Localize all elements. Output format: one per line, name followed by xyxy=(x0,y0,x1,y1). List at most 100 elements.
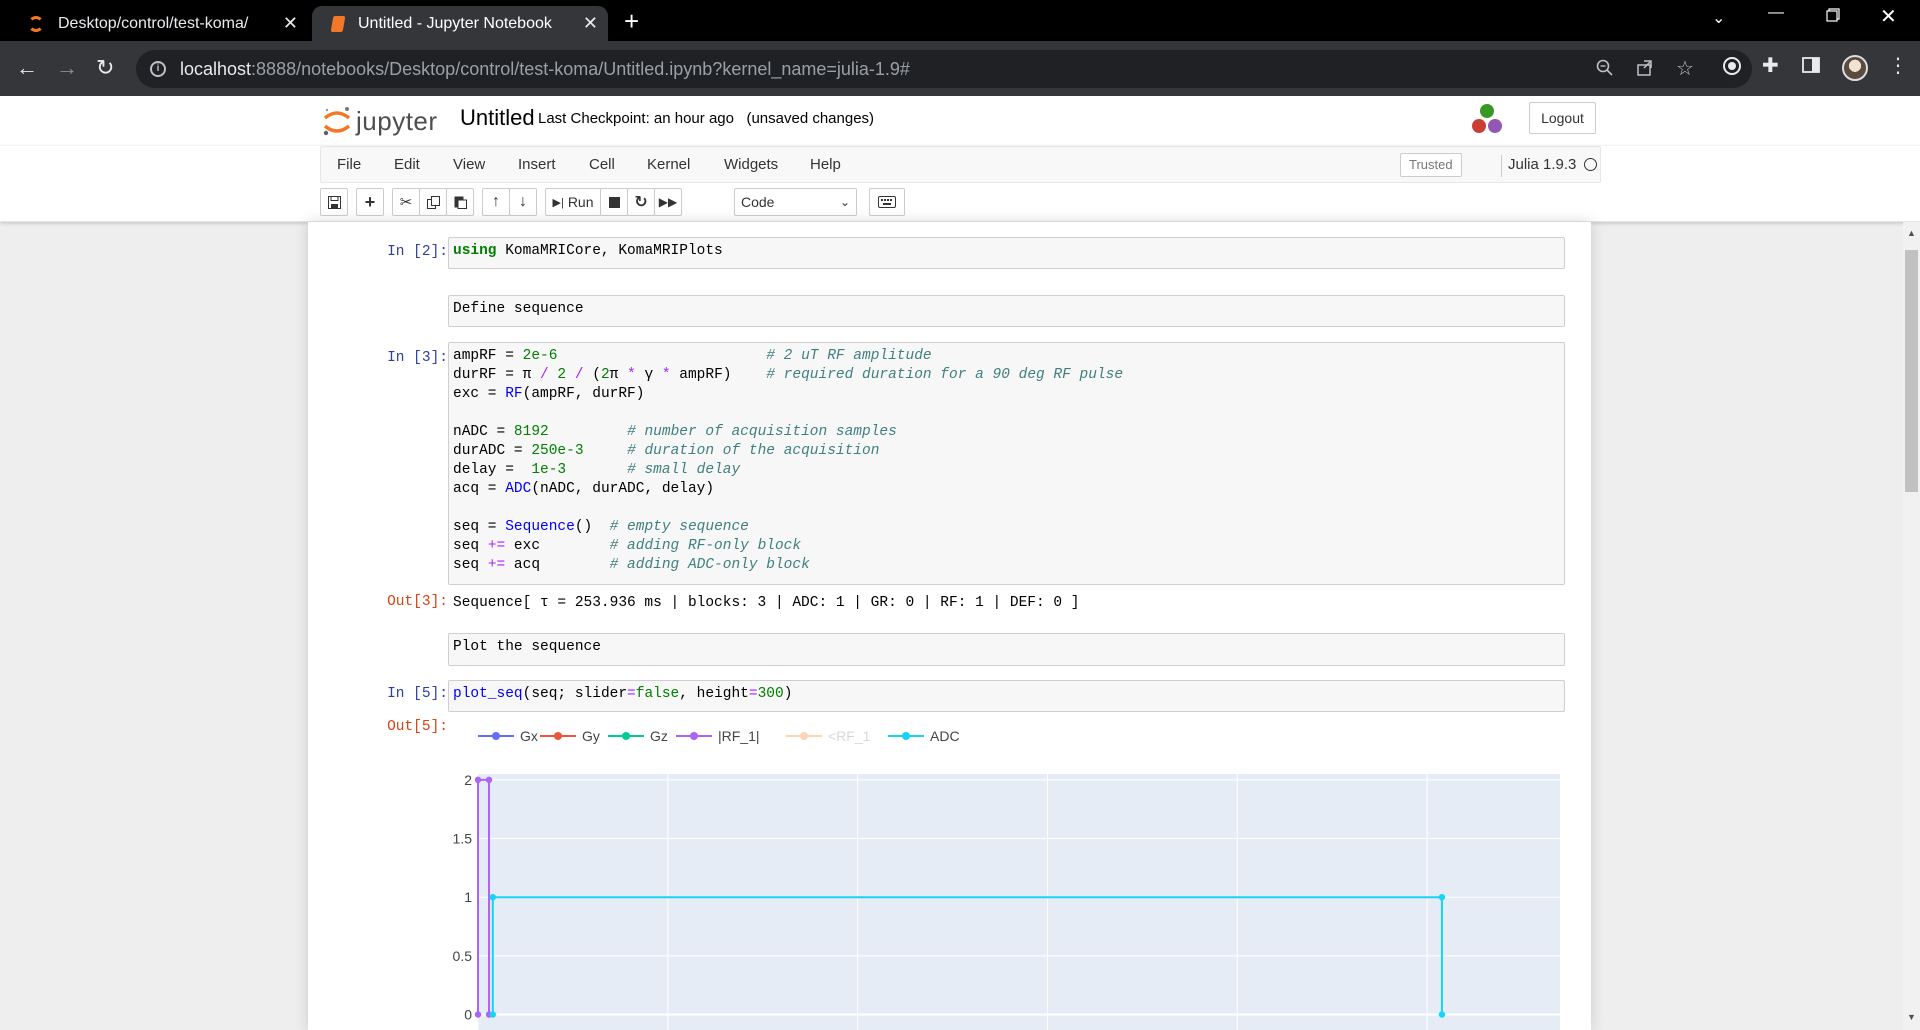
restart-run-all-button[interactable]: ▶▶ xyxy=(654,188,682,216)
tab-search-icon[interactable]: ⌄ xyxy=(1712,8,1725,28)
address-bar[interactable]: i localhost:8888/notebooks/Desktop/contr… xyxy=(136,50,1752,88)
jupyter-logo[interactable]: jupyter xyxy=(322,104,438,138)
browser-toolbar: ← → ↻ i localhost:8888/notebooks/Desktop… xyxy=(0,41,1920,96)
code-cell-plot[interactable]: plot_seq(seq; slider=false, height=300) xyxy=(448,680,1565,712)
sequence-plot[interactable]: GxGyGz|RF_1|<RF_1ADC 0 ms50 ms100 ms150 … xyxy=(448,718,1568,1030)
notebook-container: In [2]: using KomaMRICore, KomaMRIPlots … xyxy=(308,222,1591,1030)
kernel-julia-logo-icon xyxy=(1470,102,1504,136)
y-tick-label: 0 xyxy=(464,1007,472,1023)
side-panel-icon[interactable] xyxy=(1802,56,1820,79)
run-button[interactable]: ▶| Run xyxy=(545,188,601,216)
cut-button[interactable]: ✂ xyxy=(392,188,420,216)
y-tick-label: 0.5 xyxy=(453,948,473,964)
data-point xyxy=(474,776,482,784)
jupyter-header xyxy=(0,96,1920,146)
share-icon[interactable] xyxy=(1636,59,1654,82)
close-tab-icon[interactable]: ✕ xyxy=(283,13,298,34)
zoom-icon[interactable] xyxy=(1596,59,1614,82)
minimize-icon[interactable]: — xyxy=(1768,4,1784,22)
menu-help[interactable]: Help xyxy=(810,156,841,173)
move-up-button[interactable]: ↑ xyxy=(482,188,510,216)
new-tab-button[interactable]: + xyxy=(624,6,639,36)
stop-icon xyxy=(608,196,620,208)
sequence-output: Sequence[ τ = 253.936 ms | blocks: 3 | A… xyxy=(453,595,1080,611)
markdown-cell-plot[interactable]: Plot the sequence xyxy=(448,633,1565,666)
cell-input-prompt: In [5]: xyxy=(387,686,448,702)
extension-record-icon[interactable] xyxy=(1722,56,1742,81)
code-cell-imports[interactable]: using KomaMRICore, KomaMRIPlots xyxy=(448,237,1565,269)
copy-button[interactable] xyxy=(419,188,447,216)
forward-icon[interactable]: → xyxy=(56,54,78,82)
restart-button[interactable]: ↻ xyxy=(627,188,655,216)
checkpoint-status: Last Checkpoint: an hour ago (unsaved ch… xyxy=(538,110,875,127)
kernel-status-icon xyxy=(1584,158,1597,171)
restore-icon[interactable] xyxy=(1826,8,1840,27)
plot-background xyxy=(478,774,1560,1030)
cell-input-prompt: In [2]: xyxy=(387,244,448,260)
data-point xyxy=(485,776,493,784)
y-tick-label: 1.5 xyxy=(453,831,473,847)
markdown-text: Define sequence xyxy=(453,301,584,317)
scrollbar-thumb[interactable] xyxy=(1905,250,1918,492)
jupyter-favicon-icon xyxy=(28,15,44,32)
browser-tab-notebook[interactable]: Untitled - Jupyter Notebook ✕ xyxy=(312,6,608,41)
url-text: localhost:8888/notebooks/Desktop/control… xyxy=(180,58,910,79)
logout-button[interactable]: Logout xyxy=(1529,102,1596,134)
plot-svg: 0 ms50 ms100 ms150 ms200 ms250 ms21.510.… xyxy=(453,772,1560,1030)
browser-menu-icon[interactable]: ⋮ xyxy=(1888,53,1908,78)
markdown-cell-define[interactable]: Define sequence xyxy=(448,295,1565,327)
chevron-down-icon: ⌄ xyxy=(839,195,850,209)
tab-title: Desktop/control/test-koma/ xyxy=(58,14,249,32)
back-icon[interactable]: ← xyxy=(16,54,38,82)
menu-insert[interactable]: Insert xyxy=(518,156,556,173)
cell-input-prompt: In [3]: xyxy=(387,350,448,366)
browser-tab-desktop[interactable]: Desktop/control/test-koma/ ✕ xyxy=(8,6,308,41)
menu-toolbar-container: File Edit View Insert Cell Kernel Widget… xyxy=(0,146,1920,222)
menu-kernel[interactable]: Kernel xyxy=(647,156,690,173)
data-point xyxy=(1438,1011,1446,1018)
data-point xyxy=(489,894,497,901)
bookmark-star-icon[interactable]: ☆ xyxy=(1676,56,1694,81)
notebook-title[interactable]: Untitled xyxy=(460,105,535,131)
scroll-up-icon[interactable]: ▲ xyxy=(1907,228,1916,238)
y-tick-label: 1 xyxy=(464,889,472,905)
jupyter-logo-icon xyxy=(322,104,352,138)
menu-edit[interactable]: Edit xyxy=(394,156,420,173)
profile-avatar[interactable] xyxy=(1842,55,1868,81)
tab-title: Untitled - Jupyter Notebook xyxy=(358,14,552,32)
paste-button[interactable] xyxy=(446,188,474,216)
data-point xyxy=(1438,894,1446,901)
data-point xyxy=(489,1011,497,1018)
close-tab-icon[interactable]: ✕ xyxy=(583,13,598,34)
data-point xyxy=(474,1011,482,1018)
site-info-icon[interactable]: i xyxy=(150,61,166,77)
trusted-badge[interactable]: Trusted xyxy=(1400,153,1462,177)
code-cell-sequence[interactable]: ampRF = 2e-6 # 2 uT RF amplitude durRF =… xyxy=(448,342,1565,585)
extensions-puzzle-icon[interactable]: ✚ xyxy=(1762,53,1779,78)
command-palette-button[interactable] xyxy=(869,188,905,216)
run-label: Run xyxy=(567,194,594,210)
browser-tab-bar: Desktop/control/test-koma/ ✕ Untitled - … xyxy=(0,0,1920,41)
menu-bar: File Edit View Insert Cell Kernel Widget… xyxy=(320,146,1601,183)
cell-output-prompt: Out[3]: xyxy=(387,594,448,610)
save-button[interactable] xyxy=(320,188,348,216)
reload-icon[interactable]: ↻ xyxy=(96,54,114,82)
cell-type-value: Code xyxy=(741,194,775,210)
notebook-favicon-icon xyxy=(330,15,346,32)
cell-output-prompt: Out[5]: xyxy=(387,719,448,735)
close-window-icon[interactable]: ✕ xyxy=(1880,4,1897,29)
menu-view[interactable]: View xyxy=(453,156,485,173)
code-line: using KomaMRICore, KomaMRIPlots xyxy=(453,243,723,259)
cell-type-select[interactable]: Code ⌄ xyxy=(734,188,857,216)
run-icon: ▶| xyxy=(552,196,564,209)
menu-file[interactable]: File xyxy=(337,156,361,173)
kernel-name[interactable]: Julia 1.9.3 xyxy=(1501,155,1576,177)
markdown-text: Plot the sequence xyxy=(453,639,601,655)
menu-widgets[interactable]: Widgets xyxy=(724,156,778,173)
menu-cell[interactable]: Cell xyxy=(589,156,615,173)
page-scrollbar[interactable]: ▲ ▼ xyxy=(1903,222,1920,1030)
move-down-button[interactable]: ↓ xyxy=(509,188,537,216)
scroll-down-icon[interactable]: ▼ xyxy=(1907,1012,1916,1022)
insert-cell-button[interactable]: + xyxy=(356,188,384,216)
interrupt-button[interactable] xyxy=(600,188,628,216)
